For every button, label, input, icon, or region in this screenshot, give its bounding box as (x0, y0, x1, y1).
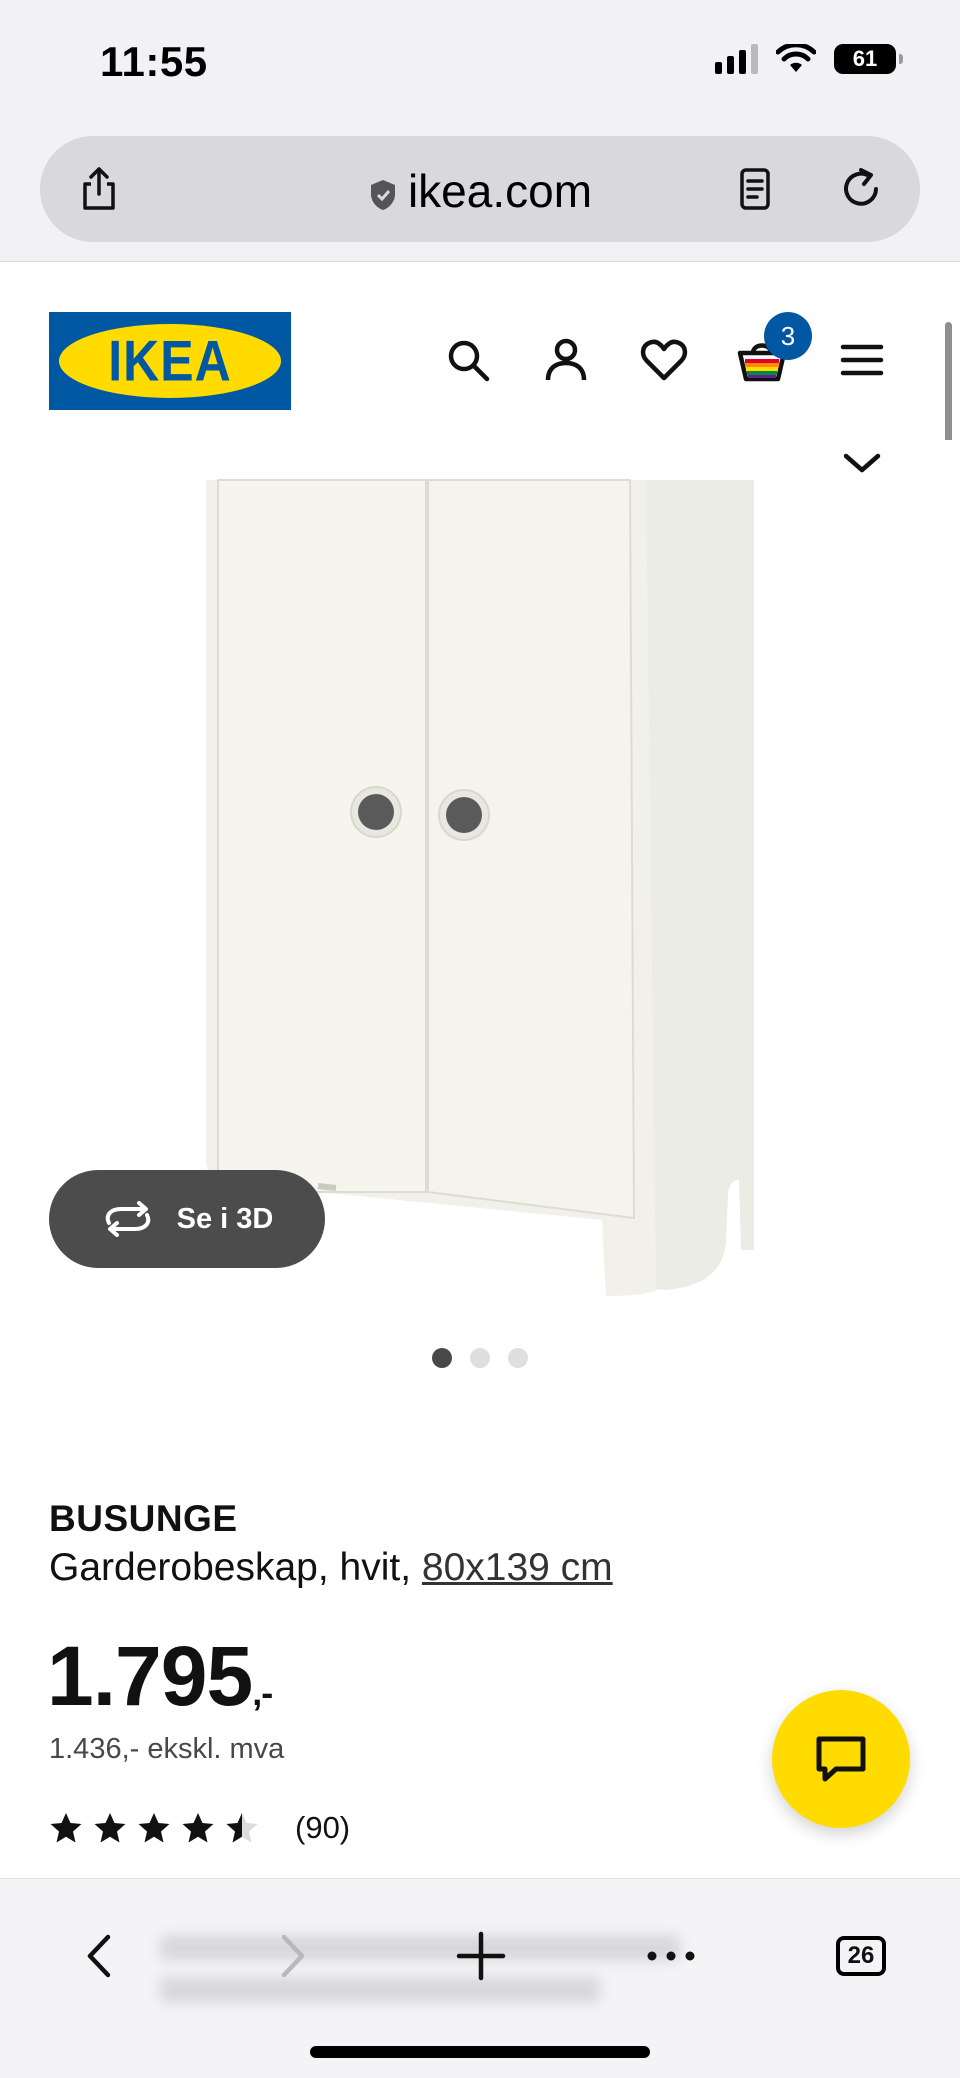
menu-hamburger-icon[interactable] (834, 332, 890, 388)
address-bar[interactable]: ikea.com (40, 136, 920, 242)
product-name: BUSUNGE (49, 1498, 238, 1539)
favourites-heart-icon[interactable] (636, 332, 692, 388)
rotate-3d-icon (105, 1201, 150, 1237)
half-star-icon (226, 1813, 258, 1843)
logo-text: IKEA (108, 328, 232, 394)
pagination-dot[interactable] (508, 1348, 528, 1368)
tabs-overview-button[interactable]: 26 (826, 1921, 896, 1991)
product-rating[interactable]: (90) (49, 1810, 350, 1846)
cart-count-badge: 3 (764, 312, 812, 360)
product-price: 1.795,- (47, 1628, 273, 1725)
ikea-logo[interactable]: IKEA (49, 312, 291, 410)
cellular-signal-icon (715, 44, 758, 74)
forward-button[interactable] (258, 1921, 328, 1991)
chevron-left-icon (87, 1934, 111, 1978)
url-domain-text: ikea.com (407, 165, 593, 217)
chat-button[interactable] (772, 1690, 910, 1828)
new-tab-button[interactable] (446, 1921, 516, 1991)
price-value: 1.795 (47, 1629, 253, 1723)
browser-top-chrome: 11:55 61 ikea.com (0, 0, 960, 262)
search-icon[interactable] (440, 332, 496, 388)
account-icon[interactable] (538, 332, 594, 388)
view-in-3d-label: Se i 3D (176, 1202, 274, 1235)
review-count[interactable]: (90) (295, 1810, 350, 1846)
reader-mode-icon[interactable] (730, 164, 780, 214)
wifi-icon (776, 44, 816, 72)
chat-bubble-icon (816, 1736, 866, 1782)
logo-oval: IKEA (59, 324, 281, 398)
pagination-dot[interactable] (470, 1348, 490, 1368)
star-icon (182, 1813, 214, 1843)
plus-icon (456, 1931, 506, 1981)
back-button[interactable] (64, 1921, 134, 1991)
status-indicators: 61 (715, 44, 903, 74)
url-domain[interactable]: ikea.com (40, 164, 920, 218)
star-icon (50, 1813, 82, 1843)
price-excl-vat: 1.436,- ekskl. mva (49, 1733, 285, 1765)
product-description: Garderobeskap, hvit, 80x139 cm (49, 1546, 613, 1590)
price-suffix: ,- (252, 1672, 273, 1713)
product-description-text: Garderobeskap, hvit, (49, 1546, 412, 1589)
chevron-right-icon (281, 1934, 305, 1978)
battery-icon: 61 (834, 44, 903, 74)
reload-icon[interactable] (836, 164, 886, 214)
tabs-count: 26 (836, 1936, 886, 1976)
gallery-pagination (0, 1348, 960, 1368)
home-indicator[interactable] (310, 2046, 650, 2058)
view-in-3d-button[interactable]: Se i 3D (49, 1170, 325, 1268)
star-icon (94, 1813, 126, 1843)
product-size-link[interactable]: 80x139 cm (422, 1546, 613, 1589)
pagination-dot[interactable] (432, 1348, 452, 1368)
more-options-button[interactable] (636, 1921, 706, 1991)
ellipsis-icon (647, 1951, 695, 1961)
star-icon (138, 1813, 170, 1843)
status-time: 11:55 (100, 38, 208, 85)
chevron-down-icon[interactable] (840, 448, 884, 478)
site-header: IKEA 3 (0, 262, 960, 442)
shield-lock-icon (370, 179, 395, 210)
